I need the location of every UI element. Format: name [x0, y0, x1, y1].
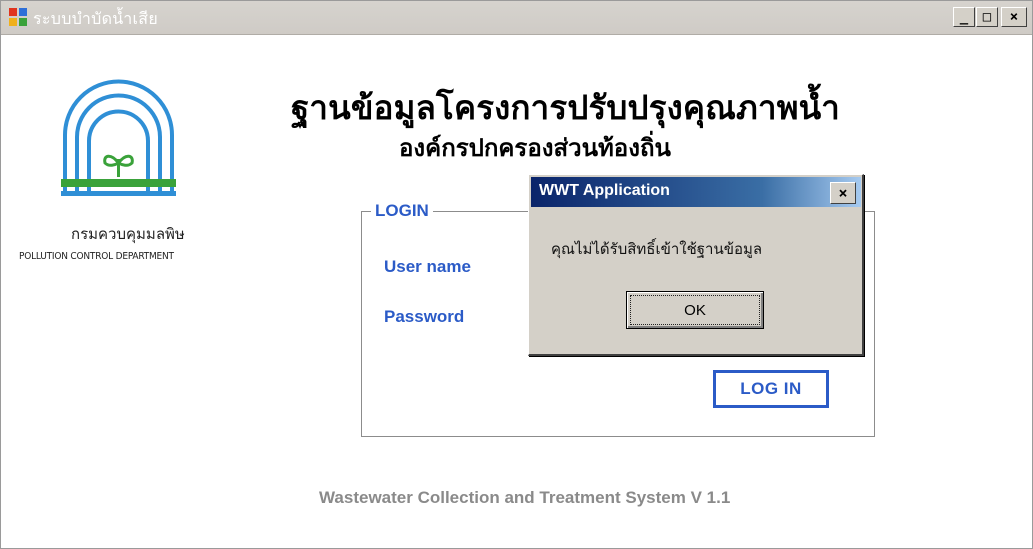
department-name-en: POLLUTION CONTROL DEPARTMENT — [19, 251, 174, 262]
close-button[interactable]: × — [1001, 7, 1027, 27]
minimize-icon: _ — [959, 9, 969, 25]
minimize-button[interactable]: _ — [953, 7, 975, 27]
ok-button[interactable]: OK — [626, 291, 764, 329]
maximize-button[interactable]: □ — [976, 7, 998, 27]
password-label: Password — [384, 307, 465, 326]
page-title: ฐานข้อมูลโครงการปรับปรุงคุณภาพน้ำ — [291, 88, 840, 127]
dialog-message: คุณไม่ได้รับสิทธิ์เข้าใช้ฐานข้อมูล — [551, 240, 763, 258]
page-subtitle: องค์กรปกครองส่วนท้องถิ่น — [399, 133, 671, 162]
close-icon: × — [1009, 9, 1019, 25]
pcd-logo-icon — [61, 73, 176, 208]
app-icon — [9, 8, 27, 26]
login-button[interactable]: LOG IN — [713, 370, 829, 408]
window-title: ระบบบำบัดน้ำเสีย — [33, 9, 159, 28]
title-bar[interactable]: ระบบบำบัดน้ำเสีย _ □ × — [1, 1, 1032, 35]
dialog-title: WWT Application — [539, 182, 670, 199]
footer-version: Wastewater Collection and Treatment Syst… — [319, 488, 731, 507]
message-dialog: WWT Application × คุณไม่ได้รับสิทธิ์เข้า… — [528, 174, 864, 356]
username-label: User name — [384, 257, 471, 276]
main-window: ระบบบำบัดน้ำเสีย _ □ × กรมควบคุมมลพิษ PO… — [0, 0, 1033, 549]
department-name-th: กรมควบคุมมลพิษ — [71, 225, 185, 243]
login-group-label: LOGIN — [371, 201, 433, 221]
dialog-close-button[interactable]: × — [830, 182, 856, 204]
maximize-icon: □ — [982, 9, 992, 25]
dialog-title-bar[interactable]: WWT Application × — [531, 177, 861, 207]
close-icon: × — [838, 184, 848, 202]
